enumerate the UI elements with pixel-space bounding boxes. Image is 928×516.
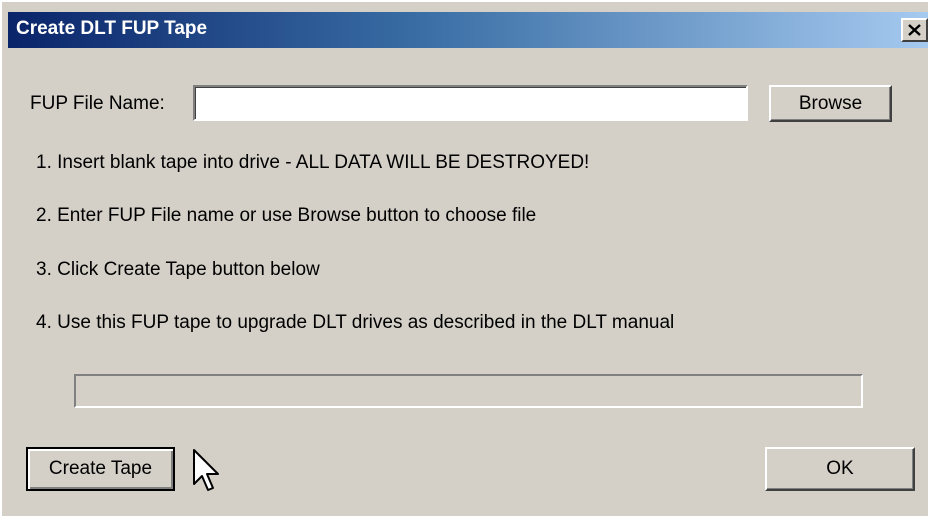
instruction-step-4: 4. Use this FUP tape to upgrade DLT driv… (36, 312, 675, 333)
progress-bar (74, 374, 863, 408)
instruction-step-2: 2. Enter FUP File name or use Browse but… (36, 205, 537, 226)
mouse-pointer-icon (193, 449, 219, 491)
create-dlt-fup-tape-dialog: Create DLT FUP Tape FUP File Name: Brows… (0, 0, 928, 516)
close-icon (908, 24, 921, 36)
instruction-step-1: 1. Insert blank tape into drive - ALL DA… (36, 152, 590, 173)
browse-button[interactable]: Browse (769, 85, 892, 122)
fup-file-name-label: FUP File Name: (30, 93, 165, 114)
title-bar[interactable]: Create DLT FUP Tape (8, 12, 928, 48)
fup-file-name-input[interactable] (193, 85, 748, 121)
ok-button[interactable]: OK (765, 447, 915, 491)
window-title: Create DLT FUP Tape (16, 18, 208, 39)
create-tape-button[interactable]: Create Tape (26, 447, 175, 491)
close-button[interactable] (901, 18, 928, 42)
instruction-step-3: 3. Click Create Tape button below (36, 259, 320, 280)
